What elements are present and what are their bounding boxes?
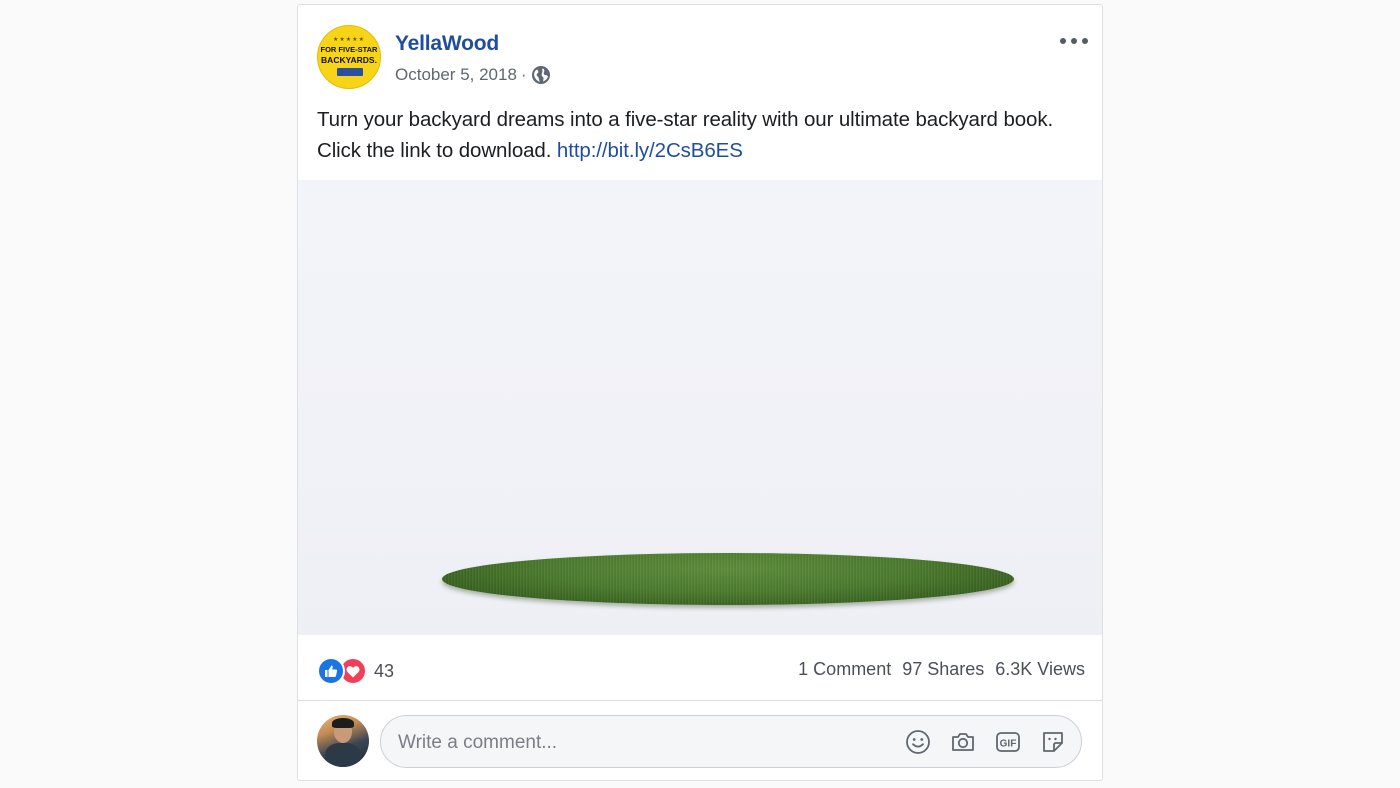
post-link[interactable]: http://bit.ly/2CsB6ES — [557, 139, 743, 162]
current-user-avatar[interactable] — [317, 715, 369, 767]
comment-composer: Write a comment... GIF — [298, 701, 1102, 780]
logo-stars: ★★★★★ — [333, 37, 365, 43]
meta-separator: · — [520, 65, 527, 84]
reactions-summary[interactable]: 43 — [317, 657, 394, 685]
shares-count-link[interactable]: 97 Shares — [902, 659, 984, 680]
reaction-count: 43 — [374, 660, 395, 681]
like-icon — [317, 657, 345, 685]
sticker-icon[interactable] — [1039, 728, 1067, 756]
gif-icon[interactable]: GIF — [994, 728, 1022, 756]
emoji-icon[interactable] — [904, 728, 932, 756]
post-stats-bar: 43 1 Comment 97 Shares 6.3K Views — [298, 635, 1102, 701]
post-header: ★★★★★ FOR FIVE-STAR BACKYARDS. YellaWood… — [298, 5, 1102, 105]
post-card: ★★★★★ FOR FIVE-STAR BACKYARDS. YellaWood… — [297, 4, 1103, 781]
page-name-link[interactable]: YellaWood — [395, 32, 499, 56]
post-date[interactable]: October 5, 2018 — [395, 65, 517, 85]
page-avatar[interactable]: ★★★★★ FOR FIVE-STAR BACKYARDS. — [317, 25, 381, 89]
grass-patch-image — [442, 553, 1014, 605]
more-options-icon[interactable] — [1060, 34, 1088, 48]
views-count: 6.3K Views — [995, 659, 1085, 679]
post-media[interactable] — [298, 180, 1102, 635]
engagement-counts: 1 Comment 97 Shares 6.3K Views — [787, 659, 1085, 680]
logo-text-line1: FOR FIVE-STAR — [320, 45, 378, 54]
comments-count-link[interactable]: 1 Comment — [798, 659, 891, 680]
camera-icon[interactable] — [949, 728, 977, 756]
svg-text:GIF: GIF — [1000, 739, 1017, 750]
post-message: Turn your backyard dreams into a five-st… — [317, 104, 1077, 166]
logo-badge — [337, 68, 363, 76]
globe-icon[interactable] — [531, 65, 551, 85]
logo-text-line2: BACKYARDS. — [321, 55, 377, 65]
comment-placeholder: Write a comment... — [398, 732, 558, 753]
comment-input[interactable]: Write a comment... GIF — [380, 715, 1082, 768]
post-meta: October 5, 2018 · — [395, 65, 551, 85]
